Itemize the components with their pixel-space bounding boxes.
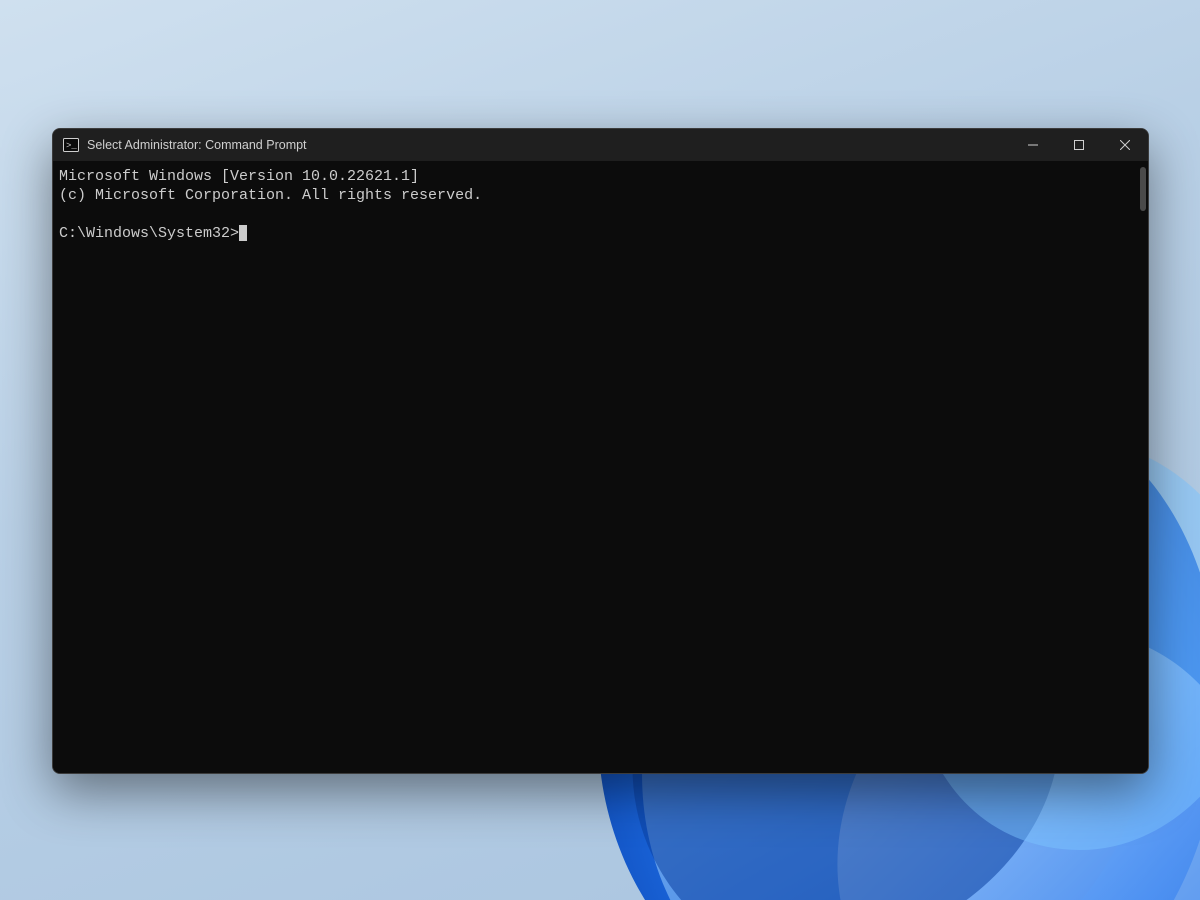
scrollbar-thumb[interactable]	[1140, 167, 1146, 211]
terminal-line-version: Microsoft Windows [Version 10.0.22621.1]	[59, 168, 419, 185]
window-controls	[1010, 129, 1148, 161]
terminal-output-area[interactable]: Microsoft Windows [Version 10.0.22621.1]…	[53, 161, 1148, 773]
command-prompt-window[interactable]: >_ Select Administrator: Command Prompt	[52, 128, 1149, 774]
maximize-button[interactable]	[1056, 129, 1102, 161]
close-button[interactable]	[1102, 129, 1148, 161]
terminal-line-copyright: (c) Microsoft Corporation. All rights re…	[59, 187, 482, 204]
desktop-background: >_ Select Administrator: Command Prompt	[0, 0, 1200, 900]
terminal-prompt: C:\Windows\System32>	[59, 225, 239, 242]
cmd-app-icon: >_	[63, 137, 79, 153]
titlebar[interactable]: >_ Select Administrator: Command Prompt	[53, 129, 1148, 161]
terminal-cursor	[239, 225, 247, 241]
svg-text:>_: >_	[66, 141, 77, 151]
window-title: Select Administrator: Command Prompt	[87, 138, 307, 152]
minimize-button[interactable]	[1010, 129, 1056, 161]
